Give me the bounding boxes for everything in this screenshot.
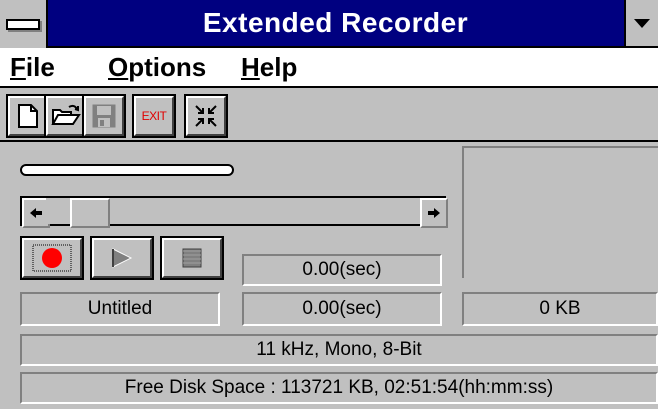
stop-button[interactable] (160, 236, 224, 280)
position-scrollbar[interactable] (20, 196, 448, 228)
exit-label: EXIT (141, 109, 167, 123)
scroll-right-button[interactable] (420, 198, 448, 228)
elapsed-time-display: 0.00(sec) (242, 254, 442, 286)
down-triangle-icon (634, 18, 650, 28)
filesize-display: 0 KB (462, 292, 658, 326)
system-menu-icon (6, 18, 40, 30)
format-display: 11 kHz, Mono, 8-Bit (20, 334, 658, 366)
menu-file-label: ile (25, 52, 55, 82)
save-disk-icon (92, 104, 116, 128)
level-meter (20, 164, 234, 176)
minimize-button[interactable] (624, 0, 658, 46)
menu-options-label: ptions (128, 52, 207, 82)
toolbar: EXIT (0, 90, 658, 142)
scroll-thumb[interactable] (70, 198, 110, 228)
menu-help-label: elp (259, 52, 298, 82)
new-button[interactable] (6, 94, 50, 138)
menu-file[interactable]: File (10, 48, 55, 86)
exit-button[interactable]: EXIT (132, 94, 176, 138)
play-button[interactable] (90, 236, 154, 280)
scroll-track[interactable] (46, 198, 420, 228)
menu-bar: File Options Help (0, 48, 658, 88)
waveform-panel (462, 146, 658, 278)
open-button[interactable] (44, 94, 88, 138)
window-title: Extended Recorder (202, 7, 469, 38)
open-folder-icon (51, 104, 81, 125)
collapse-arrows-icon (195, 105, 217, 127)
menu-help-accel: H (241, 52, 260, 82)
stop-icon (182, 248, 202, 268)
save-button[interactable] (82, 94, 126, 138)
arrow-left-icon (30, 208, 42, 218)
menu-options-accel: O (108, 52, 129, 82)
record-button[interactable] (20, 236, 84, 280)
duration-display: 0.00(sec) (242, 292, 442, 326)
new-document-icon (18, 104, 38, 128)
record-icon (32, 244, 72, 272)
play-icon (112, 248, 133, 268)
filename-display: Untitled (20, 292, 220, 326)
menu-options[interactable]: Options (108, 48, 206, 86)
free-space-display: Free Disk Space : 113721 KB, 02:51:54(hh… (20, 372, 658, 404)
compact-view-button[interactable] (184, 94, 228, 138)
menu-file-accel: F (10, 52, 26, 82)
menu-help[interactable]: Help (241, 48, 297, 86)
arrow-right-icon (428, 208, 440, 218)
system-menu-button[interactable] (0, 0, 48, 48)
